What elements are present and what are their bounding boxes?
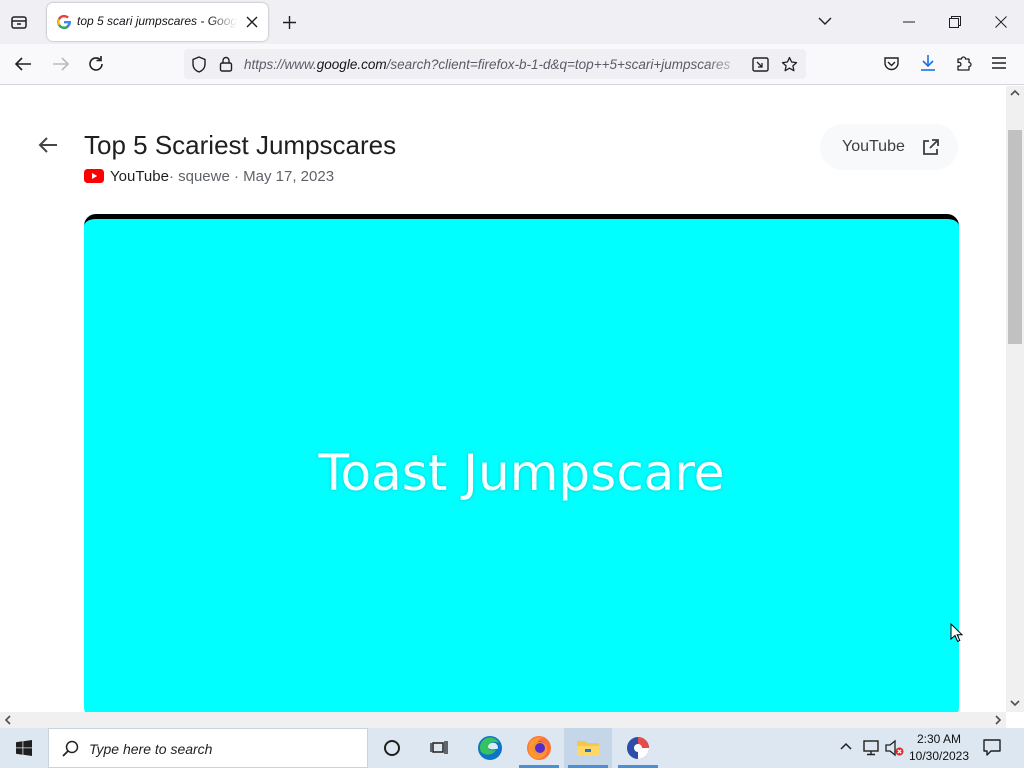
search-placeholder: Type here to search [89, 741, 213, 757]
url-bar[interactable]: https://www.google.com/search?client=fir… [184, 49, 806, 79]
search-icon [62, 740, 79, 757]
forward-arrow-icon[interactable] [52, 56, 70, 72]
network-icon[interactable] [862, 740, 880, 756]
video-player[interactable]: Toast Jumpscare [84, 214, 959, 712]
url-text[interactable]: https://www.google.com/search?client=fir… [244, 57, 746, 72]
pocket-icon[interactable] [883, 56, 900, 72]
reload-icon[interactable] [87, 55, 105, 73]
video-title: Top 5 Scariest Jumpscares [84, 130, 397, 160]
vertical-scrollbar[interactable] [1006, 86, 1024, 712]
youtube-logo-icon [84, 169, 104, 183]
taskbar-search-box[interactable]: Type here to search [48, 728, 368, 768]
back-arrow-icon[interactable] [14, 56, 32, 72]
scroll-right-arrow-icon[interactable] [994, 715, 1002, 725]
scroll-left-arrow-icon[interactable] [4, 715, 12, 725]
video-meta: YouTube · squewe · May 17, 2023 [84, 166, 334, 186]
task-view-icon[interactable] [416, 728, 464, 768]
video-frame-text: Toast Jumpscare [318, 444, 725, 502]
windows-taskbar: Type here to search 2:30 AM 10/30/2023 [0, 728, 1024, 768]
tab-overview-icon[interactable] [10, 13, 28, 31]
restore-icon[interactable] [949, 16, 961, 28]
close-window-icon[interactable] [995, 16, 1007, 28]
open-youtube-label: YouTube [842, 138, 905, 155]
picture-in-picture-icon[interactable] [752, 57, 770, 73]
horizontal-scrollbar[interactable] [0, 712, 1006, 728]
firefox-icon[interactable] [515, 728, 563, 768]
clock-date: 10/30/2023 [908, 749, 970, 763]
open-youtube-button[interactable]: YouTube [820, 124, 958, 170]
tab-strip: top 5 scari jumpscares - Google Search [0, 0, 1024, 44]
back-arrow-icon[interactable] [38, 136, 58, 154]
app-menu-icon[interactable] [992, 57, 1006, 69]
file-explorer-icon[interactable] [564, 728, 612, 768]
mouse-cursor-icon [950, 623, 963, 643]
google-g-icon [56, 14, 72, 30]
edge-browser-icon[interactable] [466, 728, 514, 768]
clock-time: 2:30 AM [916, 732, 962, 746]
lock-icon[interactable] [219, 56, 233, 72]
tracking-protection-shield-icon[interactable] [191, 56, 207, 73]
taskbar-clock[interactable]: 2:30 AM 10/30/2023 [905, 731, 973, 765]
show-hidden-icons-icon[interactable] [840, 742, 852, 751]
vertical-scrollbar-thumb[interactable] [1008, 130, 1022, 344]
bookmark-star-icon[interactable] [781, 56, 798, 73]
video-channel-date: · squewe · May 17, 2023 [168, 167, 335, 185]
extensions-puzzle-icon[interactable] [956, 54, 973, 72]
scroll-up-arrow-icon[interactable] [1010, 89, 1020, 97]
downloads-icon[interactable] [920, 54, 936, 72]
page-content: Top 5 Scariest Jumpscares YouTube · sque… [0, 86, 1006, 712]
close-tab-icon[interactable] [245, 15, 259, 29]
new-tab-icon[interactable] [282, 15, 297, 30]
list-all-tabs-icon[interactable] [818, 16, 832, 26]
notifications-icon[interactable] [983, 739, 1001, 757]
windows-start-icon[interactable] [0, 728, 48, 768]
minimize-icon[interactable] [903, 21, 915, 23]
volume-muted-icon[interactable] [885, 739, 905, 757]
browser-tab-active[interactable]: top 5 scari jumpscares - Google Search [47, 3, 268, 41]
cortana-icon[interactable] [368, 728, 416, 768]
scroll-down-arrow-icon[interactable] [1010, 699, 1020, 707]
video-source: YouTube [110, 167, 169, 185]
open-external-icon [922, 139, 939, 156]
snipping-tool-icon[interactable] [614, 728, 662, 768]
tab-title: top 5 scari jumpscares - Google Search [77, 14, 237, 28]
navigation-toolbar: https://www.google.com/search?client=fir… [0, 44, 1024, 85]
